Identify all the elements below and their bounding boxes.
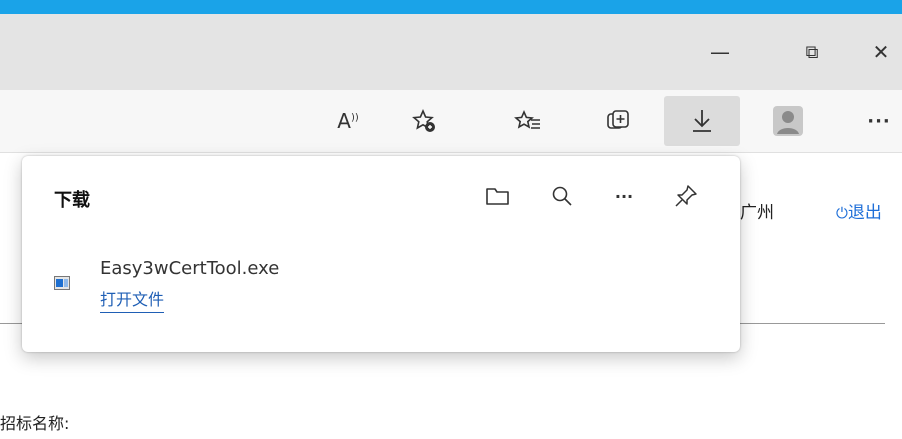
more-icon: ···	[867, 110, 891, 132]
folder-icon	[486, 188, 509, 205]
close-icon: ✕	[872, 40, 890, 64]
restore-button[interactable]: ⧉	[782, 14, 842, 90]
read-aloud-icon: A))	[337, 109, 359, 133]
city-label: 广州	[740, 203, 774, 223]
read-aloud-label: A	[337, 109, 351, 133]
favorite-add-icon	[412, 108, 435, 132]
tender-name-label: 招标名称:	[0, 414, 70, 433]
download-icon	[693, 110, 711, 132]
window-accent-strip	[0, 0, 902, 14]
collections-icon	[607, 110, 629, 129]
logout-link[interactable]: ⏻退出	[836, 198, 882, 223]
minimize-button[interactable]: —	[690, 14, 750, 90]
favorites-icon	[514, 110, 540, 129]
pin-icon	[675, 185, 697, 207]
minimize-icon: —	[710, 40, 730, 64]
pin-downloads-button[interactable]	[668, 178, 704, 214]
read-aloud-button[interactable]: A))	[322, 96, 374, 146]
title-bar	[0, 14, 902, 90]
close-button[interactable]: ✕	[860, 14, 902, 90]
profile-button[interactable]	[762, 96, 814, 146]
more-options-icon: ···	[614, 186, 634, 206]
downloads-title: 下载	[54, 190, 90, 211]
downloads-more-button[interactable]: ···	[606, 178, 642, 214]
power-icon: ⏻	[836, 204, 848, 222]
restore-icon: ⧉	[805, 41, 819, 63]
open-downloads-folder-button[interactable]	[480, 178, 516, 214]
downloads-button[interactable]	[664, 96, 740, 146]
add-favorite-button[interactable]	[398, 96, 450, 146]
download-file-name: Easy3wCertTool.exe	[100, 258, 280, 279]
downloads-panel: 下载 ··· Easy3wCertTool.exe 打开文件	[22, 156, 740, 352]
open-file-link[interactable]: 打开文件	[100, 286, 165, 313]
search-icon	[552, 186, 572, 206]
favorites-button[interactable]	[502, 96, 554, 146]
settings-more-button[interactable]: ···	[856, 96, 902, 146]
search-downloads-button[interactable]	[544, 178, 580, 214]
collections-button[interactable]	[592, 96, 644, 146]
profile-icon	[773, 106, 803, 136]
exe-file-icon	[54, 276, 70, 290]
logout-label: 退出	[847, 203, 882, 223]
